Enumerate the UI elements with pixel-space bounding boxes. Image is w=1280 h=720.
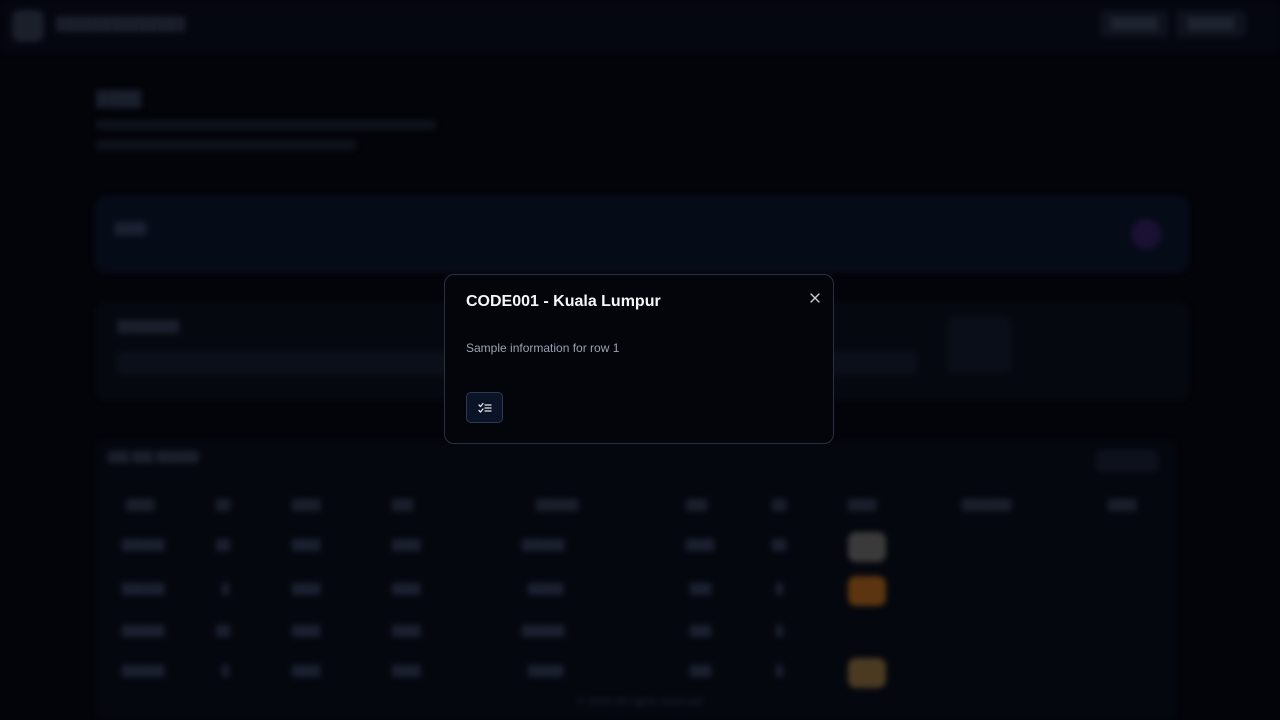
table-cell: █: [776, 584, 784, 595]
modal-description: Sample information for row 1: [466, 341, 620, 355]
column-header: ████: [126, 500, 155, 511]
table-cell: ████: [392, 666, 421, 677]
data-table: ███ ███ ██████ ████ ██ ████ ███ ██████ █…: [96, 440, 1176, 720]
table-row: ██████ █ ████ ████ █████ ███ █: [96, 572, 1176, 612]
page-title: ████: [96, 90, 142, 107]
column-header: ████: [292, 500, 321, 511]
nav-button-2: ██████: [1176, 10, 1246, 38]
column-header: ██████: [536, 500, 579, 511]
table-cell: ████: [392, 540, 421, 551]
row-thumbnail: [848, 576, 886, 606]
close-button[interactable]: [803, 286, 827, 310]
footer-text: © 2025 All rights reserved: [576, 696, 704, 708]
column-header: ███████: [962, 500, 1012, 511]
page-subtitle-line: [96, 120, 436, 130]
table-cell: ██████: [122, 584, 165, 595]
row-detail-modal: CODE001 - Kuala Lumpur Sample informatio…: [444, 274, 834, 444]
banner-avatar: [1131, 219, 1161, 249]
column-header: ████: [1108, 500, 1137, 511]
table-cell: █: [222, 666, 230, 677]
table-cell: ████: [292, 540, 321, 551]
row-thumbnail: [848, 658, 886, 688]
info-banner: ████: [96, 196, 1188, 272]
table-row: ██████ █ ████ ████ █████ ███ █: [96, 654, 1176, 694]
table-cell: ████: [392, 584, 421, 595]
table-cell: ████: [292, 584, 321, 595]
table-cell: ██: [772, 540, 787, 551]
table-cell: ████: [686, 540, 715, 551]
table-cell: █: [222, 584, 230, 595]
column-header: ██: [772, 500, 787, 511]
table-cell: ███: [690, 666, 712, 677]
modal-title: CODE001 - Kuala Lumpur: [466, 293, 661, 310]
table-cell: ████: [392, 626, 421, 637]
table-cell: ███: [690, 584, 712, 595]
export-button: [1096, 450, 1158, 472]
table-header: ████ ██ ████ ███ ██████ ███ ██ ████ ████…: [96, 494, 1176, 520]
top-bar: ██████████████ ██████ ██████: [0, 0, 1280, 51]
column-header: ███: [392, 500, 414, 511]
app-logo: [12, 10, 44, 42]
table-cell: ██: [216, 540, 231, 551]
nav-button-1: ██████: [1100, 10, 1168, 38]
column-header: ██: [216, 500, 231, 511]
brand-name: ██████████████: [56, 16, 185, 31]
checklist-icon: [477, 402, 492, 413]
table-cell: █: [776, 666, 784, 677]
page-subtitle-line-2: [96, 140, 356, 150]
table-cell: █████: [528, 584, 564, 595]
table-cell: ██: [216, 626, 231, 637]
column-header: ████: [848, 500, 877, 511]
page-header: ████: [96, 90, 436, 150]
table-cell: ██████: [122, 626, 165, 637]
column-header: ███: [686, 500, 708, 511]
table-cell: ███: [690, 626, 712, 637]
row-thumbnail: [848, 532, 886, 562]
table-cell: ██████: [122, 540, 165, 551]
table-cell: █: [776, 626, 784, 637]
table-cell: ██████: [522, 626, 565, 637]
table-row: ██████ ██ ████ ████ ██████ ████ ██: [96, 528, 1176, 568]
table-cell: █████: [528, 666, 564, 677]
table-cell: ████: [292, 666, 321, 677]
filter-button: [947, 317, 1011, 373]
table-cell: ████: [292, 626, 321, 637]
table-row: ██████ ██ ████ ████ ██████ ███ █: [96, 614, 1176, 654]
banner-label: ████: [115, 223, 147, 235]
table-toolbar: ███ ███ ██████: [108, 452, 199, 463]
filter-label: ████████: [117, 321, 180, 333]
close-icon: [810, 293, 820, 303]
table-cell: ██████: [522, 540, 565, 551]
table-cell: ██████: [122, 666, 165, 677]
checklist-button[interactable]: [466, 392, 503, 423]
